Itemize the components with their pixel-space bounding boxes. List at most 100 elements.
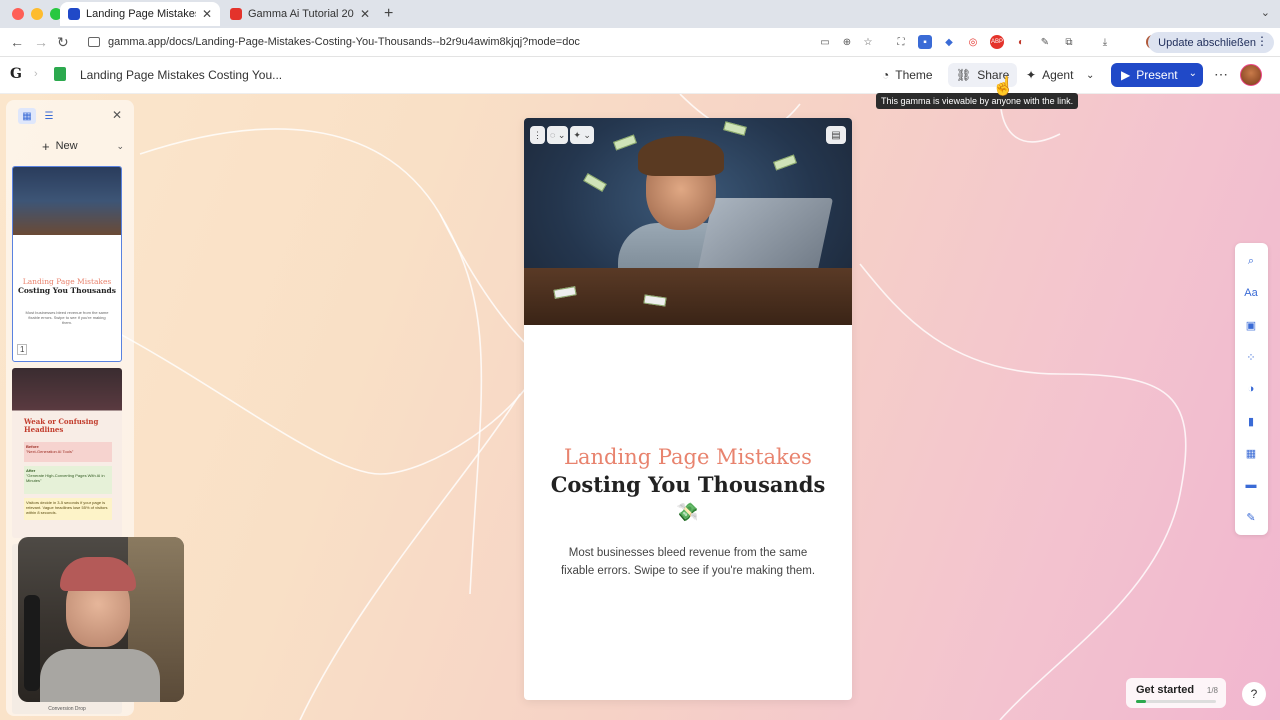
more-menu-icon[interactable]: ⋯: [1214, 66, 1228, 83]
update-browser-button[interactable]: Update abschließen ⋮: [1148, 32, 1274, 53]
tab-label: Gamma Ai Tutorial 2026 - Ho: [248, 8, 354, 20]
presenter-shirt: [40, 649, 160, 702]
browser-tab-active[interactable]: Landing Page Mistakes Costi ✕: [60, 2, 220, 26]
thumbnail-subtitle: Most businesses bleed revenue from the s…: [25, 310, 109, 325]
extensions-puzzle-icon[interactable]: ⧉: [1062, 35, 1076, 49]
minimize-window-button[interactable]: [31, 8, 43, 20]
close-window-button[interactable]: [12, 8, 24, 20]
tab-close-icon[interactable]: ✕: [360, 7, 370, 21]
card-title[interactable]: Landing Page Mistakes Costing You Thousa…: [524, 443, 852, 499]
download-icon[interactable]: ⤓: [1098, 35, 1112, 49]
doc-title[interactable]: Landing Page Mistakes Costing You...: [80, 68, 282, 82]
gamma-favicon-icon: [68, 8, 80, 20]
extension-shield-icon[interactable]: ◐: [1014, 35, 1028, 49]
pen-extension-icon[interactable]: ✎: [1038, 35, 1052, 49]
money-bill: [613, 134, 637, 151]
image-style-icon[interactable]: ◌ ⌄: [547, 126, 569, 144]
microphone: [24, 595, 40, 691]
hero-image[interactable]: ⋮ ◌ ⌄ ✦ ⌄ ▤: [524, 118, 852, 325]
youtube-favicon-icon: [230, 8, 242, 20]
money-bill: [773, 154, 797, 171]
user-avatar[interactable]: [1240, 64, 1262, 86]
site-info-icon[interactable]: [88, 37, 100, 47]
embed-icon[interactable]: ▬: [1243, 477, 1259, 493]
toggle-icon[interactable]: ◑: [1243, 381, 1259, 397]
bookmark-star-icon[interactable]: ☆: [861, 35, 875, 49]
get-started-progress-text: 1/8: [1206, 686, 1218, 695]
browser-tab-bar: Landing Page Mistakes Costi ✕ Gamma Ai T…: [0, 0, 1280, 28]
slide-thumbnail-1[interactable]: Landing Page Mistakes Costing You Thousa…: [12, 166, 122, 362]
right-toolbar: ⌕ Aa ▣ ⁘ ◑ ▮ ▦ ▬ ✎: [1235, 243, 1268, 535]
agent-button[interactable]: ✦ Agent: [1018, 63, 1081, 87]
help-button[interactable]: ?: [1242, 682, 1266, 706]
zoom-icon[interactable]: ⊕: [840, 35, 854, 49]
card-layout-icon[interactable]: ▤: [826, 126, 846, 144]
slide-number: 1: [17, 344, 28, 355]
browser-menu-icon[interactable]: ⋮: [1256, 34, 1268, 48]
hero-figure-hair: [638, 136, 724, 176]
link-icon: ⛓: [956, 68, 972, 82]
image-icon[interactable]: ▣: [1243, 317, 1259, 333]
agent-chevron-down-icon[interactable]: ⌄: [1080, 63, 1100, 87]
presenter-cap: [60, 557, 136, 591]
reload-icon[interactable]: ↻: [57, 34, 69, 51]
window-controls: [12, 8, 62, 20]
extension-diamond-icon[interactable]: ◆: [942, 35, 956, 49]
present-chevron-down-icon[interactable]: ⌄: [1189, 68, 1197, 79]
plus-icon: +: [42, 138, 50, 154]
extension-target-icon[interactable]: ◎: [966, 35, 980, 49]
chevron-right-icon: ›: [34, 68, 38, 80]
forward-icon[interactable]: →: [34, 34, 48, 50]
doc-icon: [54, 67, 66, 81]
image-toolbar: ⋮ ◌ ⌄ ✦ ⌄: [530, 126, 594, 144]
thumbnail-title-line1: Landing Page Mistakes: [22, 277, 112, 286]
close-icon[interactable]: ✕: [112, 108, 122, 122]
translate-extension-icon[interactable]: ▪: [918, 35, 932, 49]
cast-icon[interactable]: ▭: [818, 35, 832, 49]
sparkle-icon: ✦: [1026, 68, 1037, 82]
before-text: "Next-Generation AI Tools": [26, 449, 74, 454]
browser-tab-inactive[interactable]: Gamma Ai Tutorial 2026 - Ho ✕: [222, 2, 378, 26]
tab-search-chevron-icon[interactable]: ⌄: [1261, 6, 1270, 19]
get-started-progress-bar: [1136, 700, 1216, 703]
search-icon[interactable]: ⌕: [1243, 253, 1259, 269]
thumbnail-caption: Conversion Drop: [48, 706, 86, 712]
grid-view-icon[interactable]: ▦: [18, 108, 36, 124]
edit-icon[interactable]: ✎: [1243, 509, 1259, 525]
image-ai-icon[interactable]: ✦ ⌄: [570, 126, 594, 144]
after-text: "Generate High-Converting Pages With AI …: [26, 473, 105, 483]
tab-close-icon[interactable]: ✕: [202, 7, 212, 21]
screenshot-icon[interactable]: ⛶: [894, 35, 908, 49]
chevron-down-icon[interactable]: ⌄: [116, 141, 124, 152]
blocks-icon[interactable]: ⁘: [1243, 349, 1259, 365]
get-started-button[interactable]: Get started 1/8: [1126, 678, 1226, 708]
update-label: Update abschließen: [1158, 36, 1256, 49]
new-slide-button[interactable]: + New ⌄: [12, 136, 128, 156]
present-button[interactable]: ▶ Present ⌄: [1111, 63, 1203, 87]
chart-icon[interactable]: ▮: [1243, 413, 1259, 429]
slide-card[interactable]: ⋮ ◌ ⌄ ✦ ⌄ ▤ Landing Page Mistakes Costin…: [524, 118, 852, 700]
theme-label: Theme: [895, 68, 933, 82]
card-description[interactable]: Most businesses bleed revenue from the s…: [554, 544, 822, 580]
thumbnail-title-line2: Costing You Thousands: [17, 286, 117, 295]
back-icon[interactable]: ←: [10, 34, 24, 50]
text-format-icon[interactable]: Aa: [1243, 285, 1259, 301]
drag-handle-icon[interactable]: ⋮: [530, 126, 545, 144]
gamma-logo[interactable]: G: [10, 66, 22, 82]
sidebar-view-toggle: ▦ ☰: [18, 108, 58, 124]
slide-thumbnail-2[interactable]: Weak or Confusing Headlines Before "Next…: [12, 368, 122, 538]
url-field[interactable]: gamma.app/docs/Landing-Page-Mistakes-Cos…: [84, 31, 884, 53]
adblock-extension-icon[interactable]: ABP: [990, 35, 1004, 49]
thumbnail-image: [13, 167, 121, 235]
get-started-progress-fill: [1136, 700, 1146, 703]
url-text: gamma.app/docs/Landing-Page-Mistakes-Cos…: [108, 36, 580, 48]
money-bill: [583, 173, 607, 192]
theme-button[interactable]: ◔ Theme: [874, 63, 941, 87]
table-icon[interactable]: ▦: [1243, 445, 1259, 461]
share-tooltip: This gamma is viewable by anyone with th…: [876, 93, 1079, 109]
new-tab-icon[interactable]: +: [384, 5, 393, 23]
get-started-label: Get started: [1136, 684, 1195, 696]
card-title-line1: Landing Page Mistakes: [564, 445, 812, 469]
hand-cursor-icon: ☝: [992, 76, 1015, 96]
list-view-icon[interactable]: ☰: [40, 108, 58, 124]
